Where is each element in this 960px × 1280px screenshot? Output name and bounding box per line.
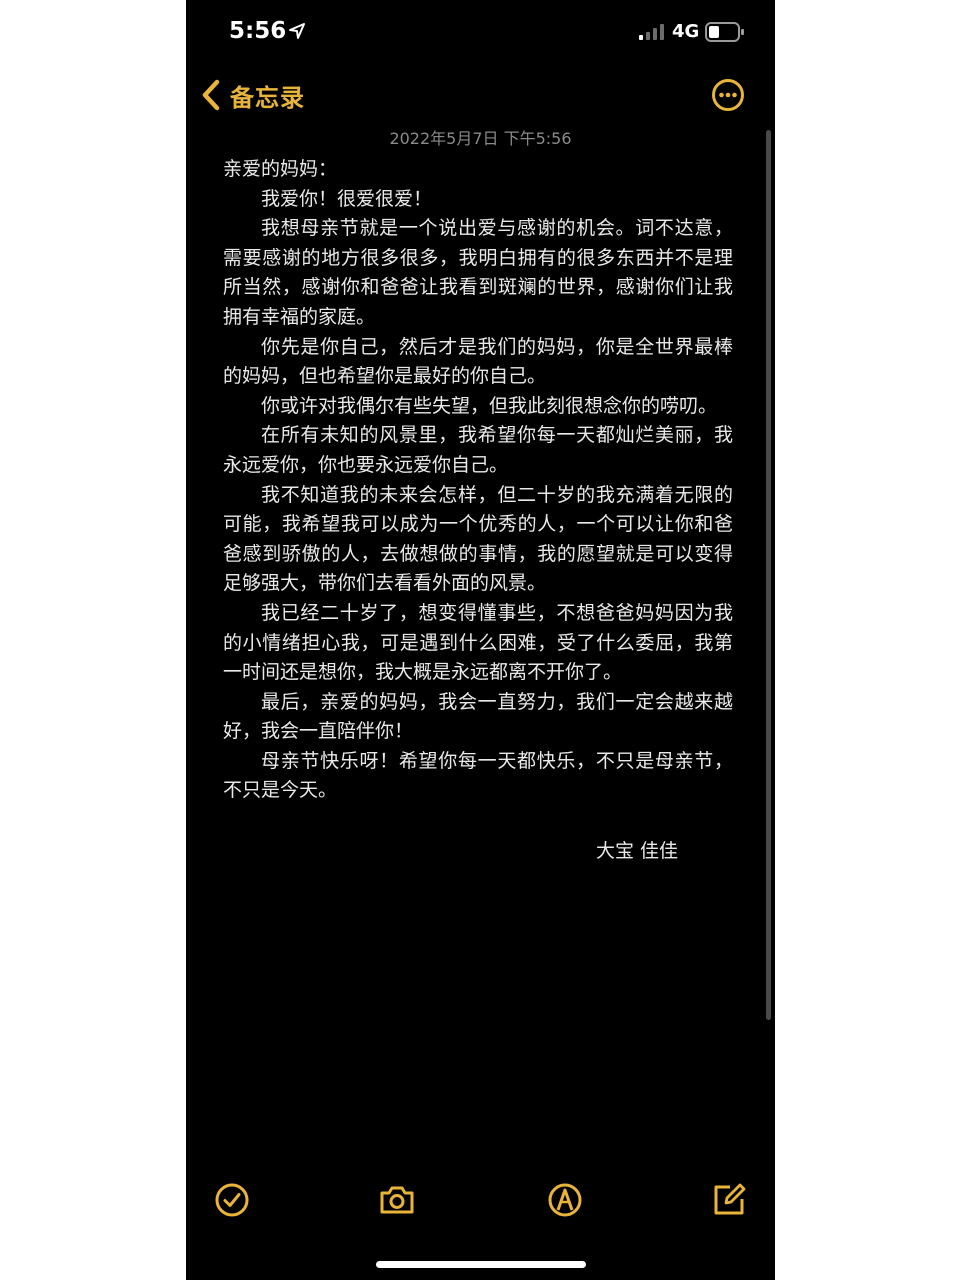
note-paragraph: 我不知道我的未来会怎样，但二十岁的我充满着无限的可能，我希望我可以成为一个优秀的…: [223, 483, 733, 595]
note-paragraph: 你或许对我偶尔有些失望，但我此刻很想念你的唠叨。: [261, 394, 718, 417]
note-paragraph: 我爱你！很爱很爱！: [261, 187, 433, 210]
home-indicator[interactable]: [376, 1261, 586, 1268]
note-paragraph: 最后，亲爱的妈妈，我会一直努力，我们一定会越来越好，我会一直陪伴你！: [223, 690, 733, 743]
location-arrow-icon: [289, 23, 305, 39]
note-body[interactable]: 亲爱的妈妈： 我爱你！很爱很爱！ 我想母亲节就是一个说出爱与感谢的机会。词不达意…: [223, 155, 733, 806]
pen-tip-circle-icon: [548, 1183, 582, 1217]
back-label: 备忘录: [230, 83, 305, 112]
camera-icon: [380, 1186, 414, 1214]
network-type: 4G: [672, 21, 700, 42]
checklist-button[interactable]: [212, 1180, 252, 1220]
compose-button[interactable]: [709, 1180, 749, 1220]
chevron-left-icon: [202, 79, 220, 111]
note-greeting: 亲爱的妈妈：: [223, 158, 338, 180]
back-button[interactable]: 备忘录: [200, 76, 305, 114]
cellular-signal-icon: [639, 24, 664, 40]
status-time: 5:56: [229, 18, 287, 44]
checkmark-circle-icon: [215, 1183, 249, 1217]
notes-app-screen: 5:56 4G 备忘录 2022年5月7日 下午5:56 亲爱的妈妈： 我爱你！…: [186, 0, 775, 1280]
ellipsis-circle-icon[interactable]: [711, 78, 745, 112]
camera-button[interactable]: [377, 1180, 417, 1220]
battery-icon: [705, 22, 744, 42]
note-signature: 大宝 佳佳: [596, 840, 679, 862]
scrollbar[interactable]: [766, 130, 771, 1020]
note-paragraph: 在所有未知的风景里，我希望你每一天都灿烂美丽，我永远爱你，你也要永远爱你自己。: [223, 424, 733, 476]
note-paragraph: 我想母亲节就是一个说出爱与感谢的机会。词不达意，需要感谢的地方很多很多，我明白拥…: [223, 217, 733, 328]
note-paragraph: 母亲节快乐呀！希望你每一天都快乐，不只是母亲节，不只是今天。: [223, 749, 733, 802]
note-paragraph: 我已经二十岁了，想变得懂事些，不想爸爸妈妈因为我的小情绪担心我，可是遇到什么困难…: [223, 601, 733, 684]
note-paragraph: 你先是你自己，然后才是我们的妈妈，你是全世界最棒的妈妈，但也希望你是最好的你自己…: [223, 335, 733, 388]
note-date: 2022年5月7日 下午5:56: [389, 129, 572, 148]
compose-icon: [714, 1183, 746, 1215]
markup-button[interactable]: [545, 1180, 585, 1220]
